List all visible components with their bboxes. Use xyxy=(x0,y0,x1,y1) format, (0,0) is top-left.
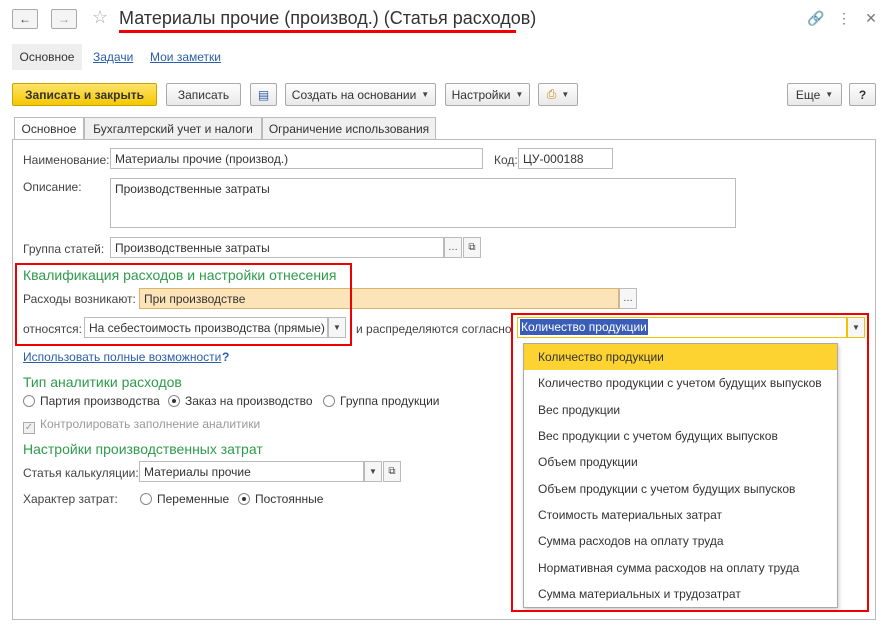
nature-label: Характер затрат: xyxy=(23,492,118,506)
arrow-right-icon: → xyxy=(58,12,70,26)
link-icon[interactable]: 🔗 xyxy=(807,10,824,26)
calc-select[interactable]: Материалы прочие xyxy=(139,461,364,482)
analytics-option-order[interactable]: Заказ на производство xyxy=(168,394,313,408)
caret-down-icon: ▼ xyxy=(369,467,377,476)
nav-tasks-link[interactable]: Задачи xyxy=(93,50,133,64)
caret-down-icon: ▼ xyxy=(421,90,430,99)
analytics-option-order-label: Заказ на производство xyxy=(185,394,313,408)
code-label: Код: xyxy=(494,153,518,167)
close-icon[interactable]: ✕ xyxy=(863,10,879,26)
analytics-title: Тип аналитики расходов xyxy=(23,374,182,390)
calc-label: Статья калькуляции: xyxy=(23,466,139,480)
nature-option-variable[interactable]: Переменные xyxy=(140,492,229,506)
window-title: Материалы прочие (производ.) (Статья рас… xyxy=(119,8,537,28)
group-open-button[interactable]: ⧉ xyxy=(463,237,481,258)
help-question-icon[interactable]: ? xyxy=(222,350,229,364)
caret-down-icon: ▼ xyxy=(515,90,524,99)
tab-restrictions[interactable]: Ограничение использования xyxy=(262,117,436,139)
favorite-star-icon[interactable]: ☆ xyxy=(92,7,108,28)
forward-button[interactable]: → xyxy=(51,9,77,29)
open-icon: ⧉ xyxy=(468,242,476,253)
group-input[interactable]: Производственные затраты xyxy=(110,237,444,258)
save-button[interactable]: Записать xyxy=(166,83,241,106)
radio-icon xyxy=(140,493,152,505)
highlight-box-distribution xyxy=(511,313,869,612)
tab-main[interactable]: Основное xyxy=(14,117,84,140)
analytics-option-batch[interactable]: Партия производства xyxy=(23,394,160,408)
create-based-button[interactable]: Создать на основании ▼ xyxy=(285,83,436,106)
settings-button[interactable]: Настройки ▼ xyxy=(445,83,530,106)
calc-dropdown-button[interactable]: ▼ xyxy=(364,461,382,482)
nav-main[interactable]: Основное xyxy=(12,44,82,70)
radio-icon xyxy=(23,395,35,407)
print-button[interactable]: ⎙ ▼ xyxy=(538,83,578,106)
nature-option-variable-label: Переменные xyxy=(157,492,230,506)
analytics-option-group[interactable]: Группа продукции xyxy=(323,394,439,408)
arrow-left-icon: ← xyxy=(19,12,31,26)
radio-icon xyxy=(323,395,335,407)
save-close-button[interactable]: Записать и закрыть xyxy=(12,83,157,106)
production-title: Настройки производственных затрат xyxy=(23,441,263,457)
control-analytics-checkbox[interactable]: ✓ Контролировать заполнение аналитики xyxy=(23,417,260,434)
ellipsis-icon: … xyxy=(448,242,458,253)
group-label: Группа статей: xyxy=(23,242,105,256)
open-icon: ⧉ xyxy=(388,466,396,477)
caret-down-icon: ▼ xyxy=(825,90,834,99)
analytics-option-group-label: Группа продукции xyxy=(340,394,440,408)
more-button[interactable]: Еще ▼ xyxy=(787,83,842,106)
nature-option-fixed-label: Постоянные xyxy=(255,492,324,506)
control-analytics-label: Контролировать заполнение аналитики xyxy=(40,417,261,431)
nature-option-fixed[interactable]: Постоянные xyxy=(238,492,323,506)
ellipsis-icon: … xyxy=(623,293,633,304)
more-label: Еще xyxy=(795,87,821,102)
description-textarea[interactable]: Производственные затраты xyxy=(110,178,736,228)
printer-icon: ⎙ xyxy=(546,87,557,101)
nav-notes-link[interactable]: Мои заметки xyxy=(150,50,221,64)
back-button[interactable]: ← xyxy=(12,9,38,29)
settings-label: Настройки xyxy=(451,87,511,102)
more-vertical-icon[interactable]: ⋮ xyxy=(836,10,852,26)
description-label: Описание: xyxy=(23,180,82,194)
full-features-link[interactable]: Использовать полные возможности xyxy=(23,350,221,364)
caret-down-icon: ▼ xyxy=(561,90,570,99)
help-button[interactable]: ? xyxy=(849,83,876,106)
arise-select-button[interactable]: … xyxy=(619,288,637,309)
highlight-box-qualification xyxy=(15,263,352,346)
create-based-label: Создать на основании xyxy=(291,87,417,102)
calc-open-button[interactable]: ⧉ xyxy=(383,461,401,482)
checkbox-checked-icon: ✓ xyxy=(23,422,35,434)
name-label: Наименование: xyxy=(23,153,110,167)
document-list-icon: ▤ xyxy=(257,87,270,102)
analytics-option-batch-label: Партия производства xyxy=(40,394,160,408)
distribute-label: и распределяются согласно xyxy=(356,322,512,336)
report-button[interactable]: ▤ xyxy=(250,83,277,106)
code-input[interactable]: ЦУ-000188 xyxy=(518,148,613,169)
nav-main-label: Основное xyxy=(19,50,75,64)
group-select-button[interactable]: … xyxy=(444,237,462,258)
title-highlight xyxy=(119,30,516,33)
tab-accounting[interactable]: Бухгалтерский учет и налоги xyxy=(84,117,262,139)
name-input[interactable]: Материалы прочие (производ.) xyxy=(110,148,483,169)
radio-selected-icon xyxy=(238,493,250,505)
radio-selected-icon xyxy=(168,395,180,407)
